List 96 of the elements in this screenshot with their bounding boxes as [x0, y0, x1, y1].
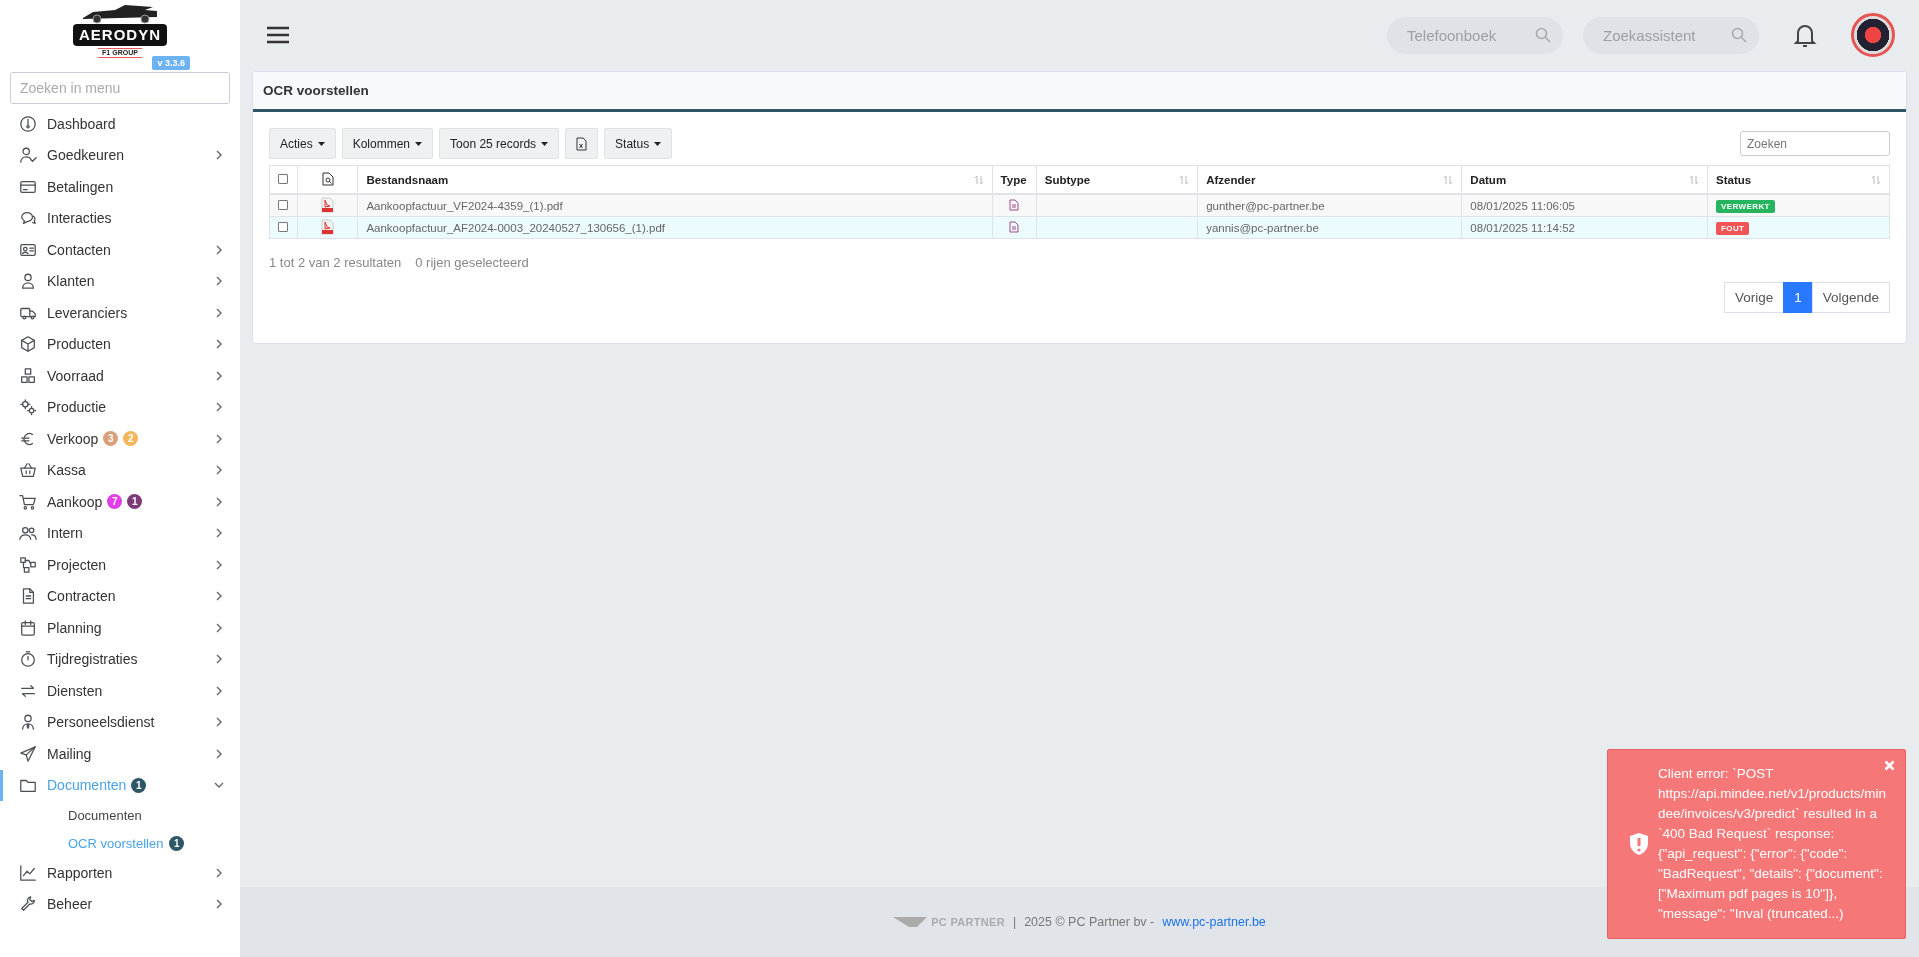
sidebar-item[interactable]: Klanten [0, 265, 240, 297]
sidebar-item[interactable]: Mailing [0, 738, 240, 770]
error-message: Client error: `POST https://api.mindee.net/v1/products/mindee/invoices/v3/predict` resulted in a `400 Bad Request` response: {"api_request": {"error": {"code": "BadRequest", "details": {"document": ["Maximum pdf pages is 10"]}, "message": "Inval (truncated...) [1658, 766, 1887, 921]
caret-icon [541, 141, 549, 146]
users-icon [19, 524, 37, 543]
user-icon [19, 272, 37, 291]
caret-icon [654, 141, 662, 146]
gauge-icon [19, 114, 37, 133]
sidebar-item[interactable]: Betalingen [0, 171, 240, 203]
sidebar-item[interactable]: Kassa [0, 454, 240, 486]
logo-text: AERODYN [73, 24, 167, 46]
sidebar-item[interactable]: Planning [0, 612, 240, 644]
count-badge: 1 [131, 777, 147, 793]
submenu-item[interactable]: Documenten [0, 801, 240, 829]
dropdown-button[interactable]: Toon 25 records [439, 128, 560, 159]
table-search-field[interactable]: Zoeken [1740, 131, 1890, 156]
basket-icon [19, 461, 37, 480]
caret-icon [317, 141, 325, 146]
sidebar-item[interactable]: Tijdregistraties [0, 643, 240, 675]
count-badge: 2 [123, 431, 139, 447]
table-cell: gunther@pc-partner.be [1197, 194, 1462, 217]
version-badge: v 3.3.6 [152, 56, 190, 70]
line-chart-icon [19, 863, 37, 882]
count-badge: 7 [107, 494, 123, 510]
menu-icon[interactable] [266, 25, 290, 45]
wrench-icon [19, 895, 37, 914]
sidebar-item[interactable]: Dashboard [0, 108, 240, 140]
diagram-icon [19, 555, 37, 574]
sidebar-item[interactable]: Beheer [0, 888, 240, 920]
sidebar-item[interactable]: Verkoop 3 2 [0, 423, 240, 455]
sidebar-item[interactable]: Leveranciers [0, 297, 240, 329]
search-field[interactable]: Zoekassistent [1583, 16, 1759, 54]
sidebar-item[interactable]: Projecten [0, 549, 240, 581]
avatar[interactable] [1851, 13, 1895, 57]
spreadsheet-file-icon [576, 136, 588, 151]
sidebar-item[interactable]: Personeelsdienst [0, 706, 240, 738]
pagination-button[interactable]: Vorige [1723, 282, 1785, 313]
count-badge: 1 [127, 494, 143, 510]
document-icon [1009, 198, 1020, 211]
sidebar-item[interactable]: Intern [0, 517, 240, 549]
document-icon [1009, 220, 1020, 233]
search-icon [1731, 26, 1747, 43]
paper-plane-icon [19, 744, 37, 763]
cart-icon [19, 492, 37, 511]
status-badge: FOUT [1716, 221, 1750, 235]
calendar-icon [19, 618, 37, 637]
table-cell: yannis@pc-partner.be [1197, 216, 1462, 239]
website-link[interactable]: www.pc-partner.be [1162, 915, 1266, 929]
row-checkbox[interactable] [278, 199, 289, 210]
sidebar-item[interactable]: Interacties [0, 202, 240, 234]
dropdown-button[interactable]: Kolommen [341, 128, 434, 159]
pagination-button[interactable]: 1 [1783, 282, 1813, 313]
copyright-text: 2025 © PC Partner bv - [1024, 915, 1155, 929]
card-title: OCR voorstellen [253, 72, 1906, 112]
sidebar-item[interactable]: Productie [0, 391, 240, 423]
shield-alert-icon [1628, 832, 1650, 856]
caret-icon [415, 141, 423, 146]
sidebar-item[interactable]: Goedkeuren [0, 139, 240, 171]
table-cell: 08/01/2025 11:14:52 [1461, 216, 1708, 239]
file-search-icon [321, 171, 334, 186]
close-icon[interactable] [1884, 760, 1895, 771]
sidebar-item[interactable]: Voorraad [0, 360, 240, 392]
export-button[interactable] [565, 128, 599, 159]
search-icon [1535, 26, 1551, 43]
sidebar-item[interactable]: Diensten [0, 675, 240, 707]
sidebar-item[interactable]: Rapporten [0, 857, 240, 889]
menu-search-field[interactable]: Zoeken in menu [10, 72, 230, 104]
user-icon [19, 713, 37, 732]
selection-count: 0 rijen geselecteerd [415, 255, 529, 270]
count-badge: 1 [169, 835, 185, 851]
table-cell: Aankoopfactuur_VF2024-4359_(1).pdf [357, 194, 993, 217]
pagination-button[interactable]: Volgende [1811, 282, 1890, 313]
submenu-item[interactable]: OCR voorstellen 1 [0, 829, 240, 857]
boxes-icon [19, 366, 37, 385]
wing-logo-icon [893, 916, 928, 928]
logo-text: PC PARTNER [931, 916, 1005, 928]
count-badge: 3 [103, 431, 119, 447]
sidebar-item[interactable]: Contacten [0, 234, 240, 266]
sidebar-item[interactable]: Aankoop 7 1 [0, 486, 240, 518]
dropdown-button[interactable]: Status [604, 128, 673, 159]
search-field[interactable]: Telefoonboek [1387, 16, 1563, 54]
sidebar-item[interactable]: Contracten [0, 580, 240, 612]
gears-icon [19, 398, 37, 417]
table-cell: Aankoopfactuur_AF2024-0003_20240527_130656_(1).pdf [357, 216, 993, 239]
dropdown-button[interactable]: Acties [269, 128, 336, 159]
row-checkbox[interactable] [278, 221, 289, 232]
separator: | [1012, 915, 1017, 929]
box-icon [19, 335, 37, 354]
select-all-checkbox[interactable] [278, 173, 289, 184]
sidebar-item[interactable]: Producten [0, 328, 240, 360]
stopwatch-icon [19, 650, 37, 669]
user-check-icon [19, 146, 37, 165]
bell-icon[interactable] [1793, 22, 1817, 48]
results-summary: 1 tot 2 van 2 resultaten [269, 255, 402, 270]
table-cell: 08/01/2025 11:06:05 [1461, 194, 1708, 217]
status-badge: VERWERKT [1716, 199, 1775, 213]
